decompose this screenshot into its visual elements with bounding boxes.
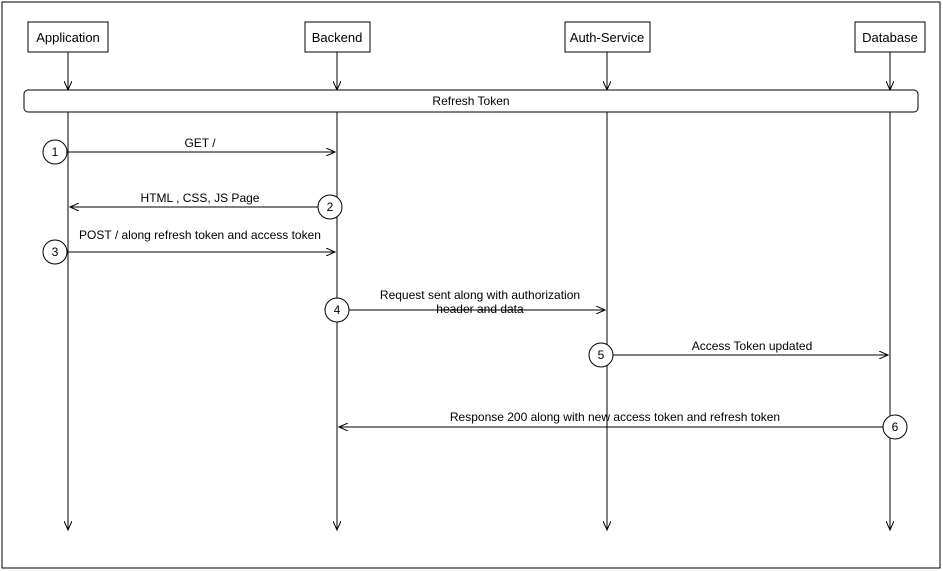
step-4-label: 4 [334,303,341,317]
step-2-label: 2 [327,200,334,214]
actor-database-label: Database [862,30,918,45]
msg-post: POST / along refresh token and access to… [79,228,321,242]
msg-request-auth-a: Request sent along with authorization [380,288,580,302]
msg-html: HTML , CSS, JS Page [141,191,260,205]
msg-get: GET / [184,136,216,150]
msg-token-updated: Access Token updated [692,339,813,353]
actor-backend-label: Backend [312,30,363,45]
step-3-label: 3 [52,245,59,259]
step-5-label: 5 [598,348,605,362]
msg-response: Response 200 along with new access token… [450,410,780,424]
diagram-frame [2,2,940,568]
step-1-label: 1 [52,145,59,159]
step-6-label: 6 [892,420,899,434]
msg-request-auth-b: header and data [436,302,524,316]
actor-authservice-label: Auth-Service [570,30,644,45]
frame-title: Refresh Token [432,94,509,108]
actor-application-label: Application [36,30,100,45]
